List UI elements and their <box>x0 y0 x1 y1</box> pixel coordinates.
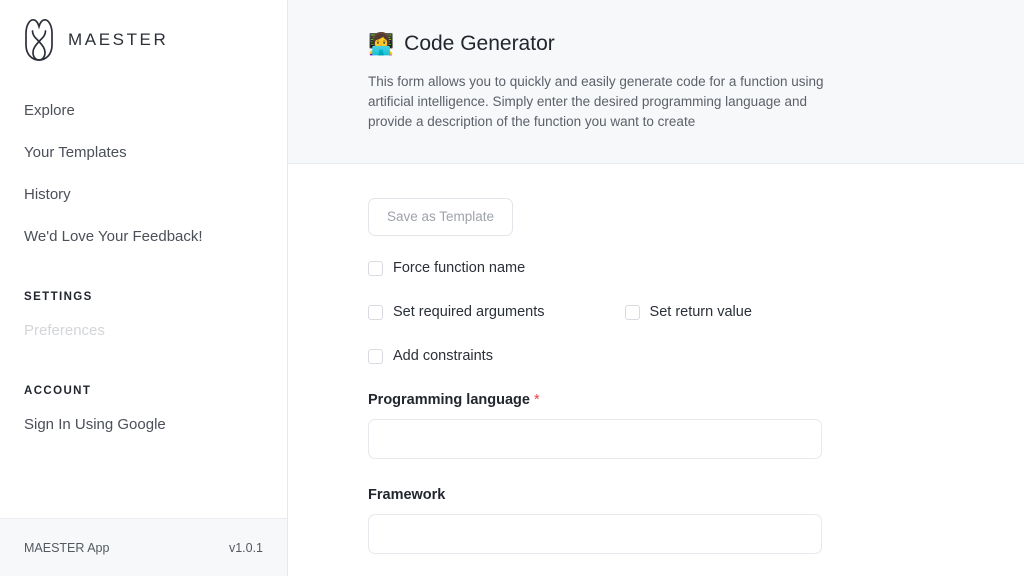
required-asterisk: * <box>534 392 540 408</box>
checkbox-set-required-arguments[interactable]: Set required arguments <box>368 304 545 320</box>
checkbox-label: Add constraints <box>393 348 493 364</box>
programming-language-input[interactable] <box>368 419 822 459</box>
checkbox-set-return-value[interactable]: Set return value <box>625 304 752 320</box>
maester-bulb-logo-icon <box>24 18 54 62</box>
sidebar-item-feedback[interactable]: We'd Love Your Feedback! <box>0 216 287 258</box>
main-header: 👩‍💻 Code Generator This form allows you … <box>288 0 1024 164</box>
checkbox-force-function-name[interactable]: Force function name <box>368 260 525 276</box>
sidebar-item-explore[interactable]: Explore <box>0 90 287 132</box>
checkbox-box-icon[interactable] <box>368 305 383 320</box>
checkbox-label: Set return value <box>650 304 752 320</box>
sidebar-group-account-title: ACCOUNT <box>0 378 287 404</box>
checkbox-box-icon[interactable] <box>368 261 383 276</box>
checkbox-add-constraints[interactable]: Add constraints <box>368 348 493 364</box>
framework-input[interactable] <box>368 514 822 554</box>
checkbox-row-3: Add constraints <box>368 348 984 364</box>
checkbox-label: Force function name <box>393 260 525 276</box>
checkbox-box-icon[interactable] <box>625 305 640 320</box>
save-as-template-button[interactable]: Save as Template <box>368 198 513 236</box>
sidebar-footer: MAESTER App v1.0.1 <box>0 518 287 576</box>
sidebar-group-settings-title: SETTINGS <box>0 284 287 310</box>
field-label: Framework <box>368 487 984 503</box>
app-root: MAESTER Explore Your Templates History W… <box>0 0 1024 576</box>
page-title: 👩‍💻 Code Generator <box>368 32 984 56</box>
field-label: Programming language * <box>368 392 984 408</box>
page-title-text: Code Generator <box>404 32 555 56</box>
footer-app-name: MAESTER App <box>24 541 109 555</box>
footer-version: v1.0.1 <box>229 541 263 555</box>
sidebar: MAESTER Explore Your Templates History W… <box>0 0 288 576</box>
main-panel: 👩‍💻 Code Generator This form allows you … <box>288 0 1024 576</box>
brand[interactable]: MAESTER <box>0 0 287 52</box>
technologist-emoji-icon: 👩‍💻 <box>368 34 394 55</box>
sidebar-item-preferences: Preferences <box>0 310 287 352</box>
checkbox-box-icon[interactable] <box>368 349 383 364</box>
sidebar-item-your-templates[interactable]: Your Templates <box>0 132 287 174</box>
checkbox-row-1: Force function name <box>368 260 984 276</box>
field-label-text: Framework <box>368 487 445 503</box>
sidebar-item-history[interactable]: History <box>0 174 287 216</box>
checkbox-label: Set required arguments <box>393 304 545 320</box>
form-area: Save as Template Force function name Set… <box>288 164 1024 554</box>
sidebar-item-sign-in-google[interactable]: Sign In Using Google <box>0 404 287 446</box>
field-label-text: Programming language <box>368 392 530 408</box>
brand-name: MAESTER <box>68 30 168 50</box>
sidebar-nav: Explore Your Templates History We'd Love… <box>0 90 287 446</box>
checkbox-row-2: Set required arguments Set return value <box>368 304 984 320</box>
field-framework: Framework <box>368 487 984 554</box>
page-description: This form allows you to quickly and easi… <box>368 72 824 132</box>
field-programming-language: Programming language * <box>368 392 984 459</box>
